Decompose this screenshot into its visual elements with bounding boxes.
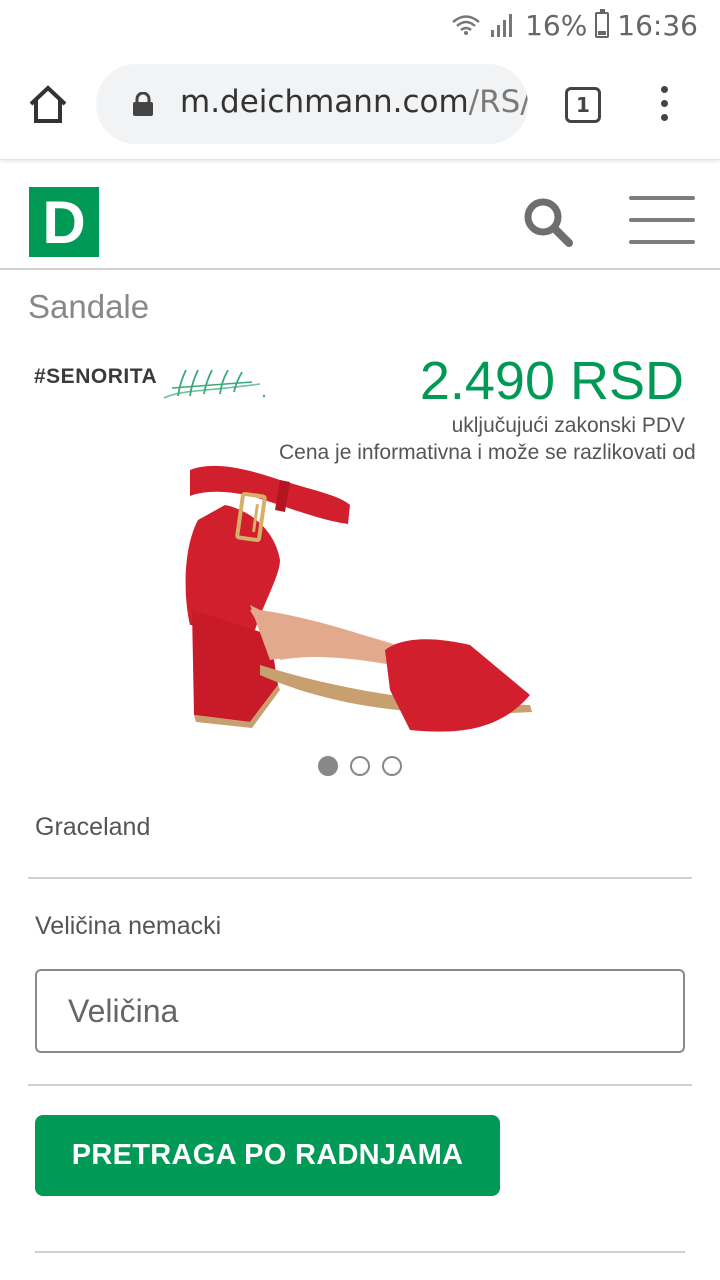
- address-bar[interactable]: m.deichmann.com/RS/: [96, 64, 528, 144]
- search-icon[interactable]: [522, 196, 574, 248]
- carousel-dot-1[interactable]: [318, 756, 338, 776]
- wifi-icon: [452, 15, 480, 35]
- menu-line: [629, 196, 695, 200]
- lock-icon: [133, 92, 153, 116]
- size-label: Veličina nemacki: [35, 912, 222, 940]
- carousel-dot-2[interactable]: [350, 756, 370, 776]
- url-path: /RS/: [468, 84, 528, 120]
- store-search-button[interactable]: PRETRAGA PO RADNJAMA: [35, 1115, 500, 1196]
- breadcrumb-category[interactable]: Sandale: [28, 288, 149, 326]
- tabs-button[interactable]: 1: [565, 87, 601, 123]
- product-name: Graceland: [35, 813, 151, 841]
- product-image[interactable]: [170, 460, 550, 750]
- carousel-dot-3[interactable]: [382, 756, 402, 776]
- product-price: 2.490 RSD: [419, 351, 684, 411]
- status-icons: 16% 16:36: [451, 8, 698, 42]
- brand-signature: [163, 369, 266, 399]
- vat-note: uključujući zakonski PDV: [451, 414, 685, 437]
- divider: [28, 1084, 692, 1086]
- menu-dot: [660, 114, 668, 121]
- menu-dot: [660, 100, 668, 107]
- url-domain: m.deichmann.com: [180, 84, 469, 120]
- battery-percent: 16%: [525, 8, 588, 42]
- menu-line: [629, 240, 695, 244]
- menu-dot: [660, 86, 668, 93]
- size-select[interactable]: Veličina: [35, 969, 685, 1053]
- logo-letter: D: [42, 189, 86, 256]
- signal-icon: [491, 14, 513, 37]
- url-text: m.deichmann.com/RS/: [180, 84, 528, 120]
- divider: [35, 1251, 685, 1253]
- home-icon[interactable]: [26, 82, 70, 126]
- menu-line: [629, 218, 695, 222]
- size-placeholder: Veličina: [68, 993, 179, 1029]
- image-carousel-dots: [318, 756, 402, 776]
- divider: [28, 877, 692, 879]
- status-bar: 16% 16:36: [0, 0, 720, 50]
- menu-icon[interactable]: [629, 196, 695, 244]
- brand-logo: #SENORITA: [34, 365, 158, 388]
- browser-toolbar: m.deichmann.com/RS/ 1: [0, 50, 720, 160]
- more-vert-icon[interactable]: [652, 86, 676, 126]
- deichmann-logo[interactable]: D: [29, 187, 99, 257]
- battery-icon: [595, 9, 610, 38]
- clock: 16:36: [617, 8, 698, 42]
- site-header: D: [0, 160, 720, 270]
